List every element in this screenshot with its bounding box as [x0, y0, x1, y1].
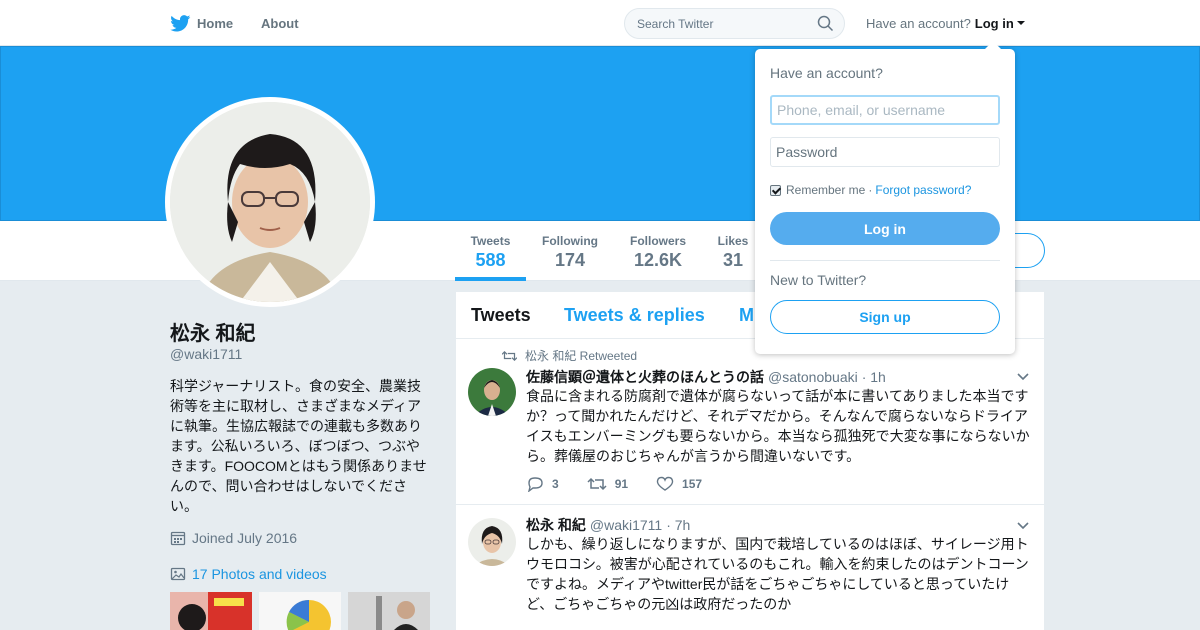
- retweet-count: 91: [614, 477, 629, 491]
- tweet-header: 松永 和紀 @waki1711 · 7h: [526, 515, 690, 535]
- remember-me-row: Remember me · Forgot password?: [770, 183, 971, 197]
- profile-avatar[interactable]: [165, 97, 375, 307]
- caret-down-icon: [1016, 21, 1025, 25]
- tweet[interactable]: 松永 和紀 Retweeted 佐藤信顕＠遺体と火葬のほんとうの話 @saton…: [456, 339, 1044, 505]
- twitter-bird-icon: [170, 14, 191, 31]
- top-navigation: Home About Have an account? Log in: [0, 0, 1200, 46]
- tab-media[interactable]: M: [739, 305, 754, 326]
- tweet-actions: 3 91 157: [526, 476, 730, 492]
- reply-icon: [528, 477, 543, 492]
- have-account-text: Have an account?: [866, 15, 971, 31]
- tweet-author-handle[interactable]: @waki1711: [590, 517, 662, 533]
- remember-me-checkbox[interactable]: [770, 184, 781, 196]
- stat-value: 174: [554, 250, 586, 270]
- reply-count: 3: [552, 477, 559, 491]
- stat-value: 588: [475, 250, 506, 270]
- retweet-context: 松永 和紀 Retweeted: [502, 347, 637, 364]
- tweet-avatar[interactable]: [468, 518, 516, 566]
- stat-label: Likes: [717, 234, 749, 248]
- divider: [770, 260, 1000, 261]
- search-box: [624, 8, 845, 39]
- profile-bio: 科学ジャーナリスト。食の安全、農業技術等を主に取材し、さまざまなメディアに執筆。…: [170, 378, 427, 514]
- login-dropdown: Have an account? Remember me · Forgot pa…: [755, 41, 1015, 354]
- heart-icon: [656, 476, 674, 491]
- nav-about-link[interactable]: About: [261, 0, 299, 46]
- login-button[interactable]: Log in: [770, 212, 1000, 245]
- retweet-context-text: 松永 和紀 Retweeted: [525, 349, 638, 363]
- account-area: Have an account? Log in: [866, 0, 1025, 46]
- tweet-author-handle[interactable]: @satonobuaki: [768, 369, 858, 385]
- separator-dot: ·: [868, 183, 873, 197]
- chevron-down-icon[interactable]: [1016, 369, 1030, 383]
- remember-me-label[interactable]: Remember me: [786, 183, 865, 197]
- joined-text: Joined July 2016: [192, 530, 298, 546]
- chevron-down-icon[interactable]: [1016, 518, 1030, 532]
- stat-tweets[interactable]: Tweets 588: [455, 221, 526, 281]
- tweet-author-name[interactable]: 佐藤信顕＠遺体と火葬のほんとうの話: [526, 367, 764, 387]
- tab-tweets[interactable]: Tweets: [471, 305, 531, 326]
- like-button[interactable]: 157: [656, 476, 702, 492]
- username-input[interactable]: [770, 95, 1000, 125]
- login-dropdown-title: Have an account?: [770, 65, 883, 81]
- stat-label: Tweets: [470, 234, 511, 248]
- stat-value: 31: [722, 250, 744, 270]
- retweet-button[interactable]: 91: [587, 476, 628, 492]
- photo-icon: [170, 567, 186, 581]
- dropdown-arrow: [985, 41, 1001, 49]
- media-thumbnail[interactable]: [348, 592, 430, 630]
- stat-label: Followers: [629, 234, 686, 248]
- stat-following[interactable]: Following 174: [537, 221, 603, 281]
- stat-likes[interactable]: Likes 31: [712, 221, 754, 281]
- photos-videos-label: 17 Photos and videos: [192, 566, 327, 582]
- forgot-password-link[interactable]: Forgot password?: [875, 183, 971, 197]
- tweet-author-name[interactable]: 松永 和紀: [526, 515, 586, 535]
- password-input[interactable]: [770, 137, 1000, 167]
- nav-home-label: Home: [197, 15, 234, 31]
- media-thumbnail[interactable]: [170, 592, 252, 630]
- tweet-avatar[interactable]: [468, 368, 516, 416]
- tweet-text: 食品に含まれる防腐剤で遺体が腐らないって話が本に書いてありました本当ですか？って…: [526, 388, 1030, 464]
- calendar-icon: [170, 531, 186, 546]
- tweet-header: 佐藤信顕＠遺体と火葬のほんとうの話 @satonobuaki · 1h: [526, 367, 886, 387]
- tweet-timestamp[interactable]: · 1h: [862, 369, 886, 385]
- like-count: 157: [682, 477, 703, 491]
- tweet-text: しかも、繰り返しになりますが、国内で栽培しているのはほぼ、サイレージ用トウモロコ…: [526, 536, 1029, 612]
- login-dropdown-toggle[interactable]: Log in: [975, 16, 1025, 31]
- stat-value: 12.6K: [633, 250, 683, 270]
- retweet-icon: [587, 477, 607, 491]
- avatar-photo: [170, 102, 370, 302]
- tweet-timestamp[interactable]: · 7h: [666, 517, 690, 533]
- joined-date: Joined July 2016: [170, 530, 297, 546]
- tab-tweets-replies[interactable]: Tweets & replies: [564, 305, 705, 326]
- profile-handle[interactable]: @waki1711: [170, 346, 242, 362]
- search-input[interactable]: [625, 9, 815, 38]
- new-to-twitter-text: New to Twitter?: [770, 272, 867, 288]
- search-icon[interactable]: [817, 15, 834, 32]
- photos-videos-link[interactable]: 17 Photos and videos: [170, 566, 327, 582]
- profile-name[interactable]: 松永 和紀: [170, 317, 256, 346]
- person-portrait-icon: [170, 102, 370, 302]
- reply-button[interactable]: 3: [526, 476, 559, 492]
- stat-followers[interactable]: Followers 12.6K: [626, 221, 690, 281]
- nav-home-link[interactable]: Home: [170, 0, 233, 46]
- tweet[interactable]: 松永 和紀 @waki1711 · 7h しかも、繰り返しになりますが、国内で栽…: [456, 505, 1044, 630]
- login-toggle-label: Log in: [974, 15, 1014, 31]
- signup-button[interactable]: Sign up: [770, 300, 1000, 334]
- media-thumbnail[interactable]: [259, 592, 341, 630]
- retweet-icon: [502, 350, 517, 361]
- stat-label: Following: [542, 234, 598, 248]
